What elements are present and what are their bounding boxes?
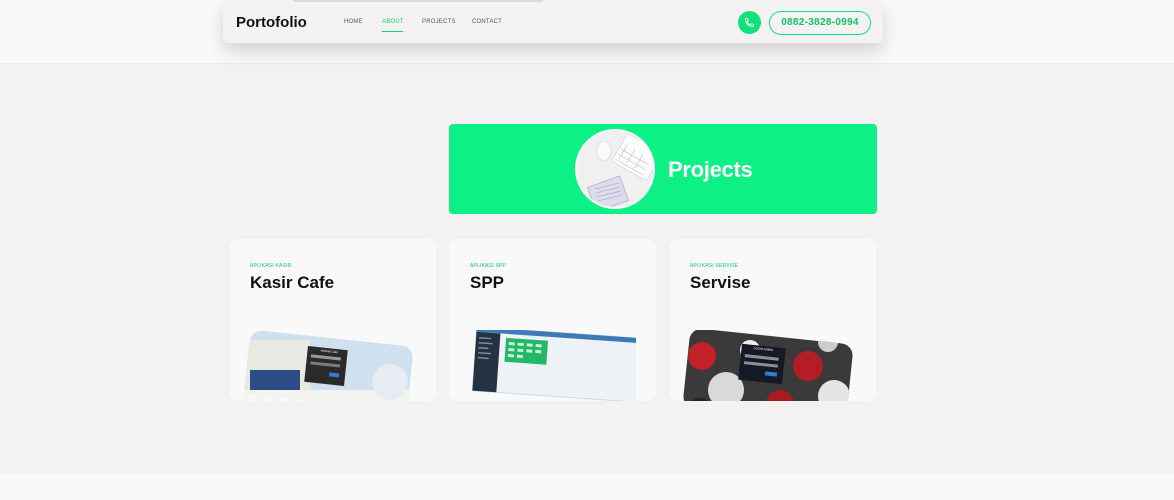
card-title[interactable]: SPP — [470, 273, 504, 293]
card-title[interactable]: Servise — [690, 273, 751, 293]
nav-contact[interactable]: CONTACT — [472, 19, 502, 25]
nav-active-underline — [382, 31, 403, 32]
phone-icon — [744, 17, 755, 28]
card-tag: APLIKASI KASIR — [250, 263, 292, 269]
spp-app-screenshot — [471, 330, 636, 401]
kasir-app-screenshot: Aplikasi Cafe — [242, 330, 414, 401]
nav-about[interactable]: ABOUT — [382, 19, 404, 25]
footer-area — [0, 474, 1174, 500]
brand-logo[interactable]: Portofolio — [236, 14, 307, 31]
banner-title: Projects — [668, 157, 753, 182]
card-tag: APLIKASI SERVISE — [690, 263, 739, 269]
projects-banner: Projects — [449, 124, 877, 214]
nav-home[interactable]: HOME — [344, 19, 363, 25]
project-card-kasir[interactable]: APLIKASI KASIR Kasir Cafe Aplikasi Cafe — [230, 239, 436, 401]
nav-projects[interactable]: PROJECTS — [422, 19, 456, 25]
banner-workspace-image — [575, 129, 655, 209]
project-card-spp[interactable]: APLIKASI SPP SPP — [450, 239, 656, 401]
project-card-servise[interactable]: APLIKASI SERVISE Servise LOGIN ADMIN — [670, 239, 876, 401]
navbar: Portofolio HOME ABOUT PROJECTS CONTACT 0… — [223, 0, 883, 43]
servise-app-screenshot: LOGIN ADMIN — [682, 330, 854, 401]
card-tag: APLIKASI SPP — [470, 263, 507, 269]
phone-number-button[interactable]: 0882-3828-0994 — [769, 11, 871, 35]
card-title[interactable]: Kasir Cafe — [250, 273, 334, 293]
phone-icon-button[interactable] — [738, 11, 761, 34]
